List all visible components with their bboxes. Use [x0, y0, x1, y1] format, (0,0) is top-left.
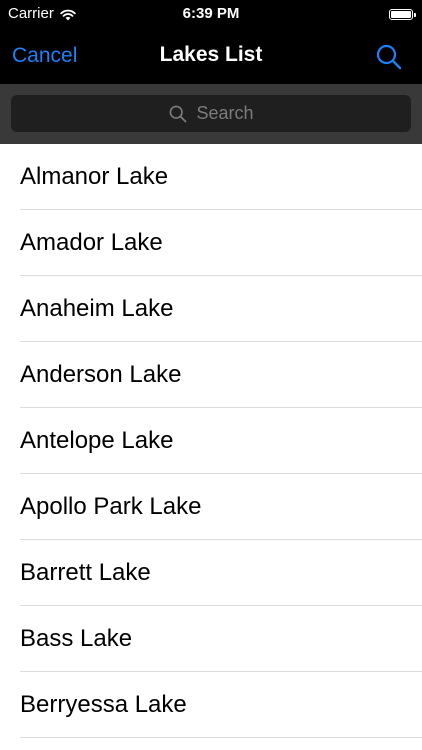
lake-name: Apollo Park Lake — [20, 493, 202, 520]
battery-tip — [414, 12, 416, 17]
list-item[interactable]: Almanor Lake — [0, 144, 422, 210]
search-input[interactable]: Search — [11, 95, 411, 132]
search-field-icon — [168, 104, 188, 124]
search-icon[interactable] — [374, 42, 404, 72]
battery-icon — [389, 9, 416, 20]
lake-name: Berryessa Lake — [20, 691, 187, 718]
lake-name: Antelope Lake — [20, 427, 174, 454]
battery-fill — [391, 11, 411, 18]
list-item[interactable]: Anaheim Lake — [0, 276, 422, 342]
lake-name: Almanor Lake — [20, 163, 169, 190]
list-item[interactable]: Anderson Lake — [0, 342, 422, 408]
lakes-list: Almanor Lake Amador Lake Anaheim Lake Ander… — [0, 144, 422, 738]
lake-name: Bass Lake — [20, 625, 133, 652]
page-title: Lakes List — [159, 43, 263, 66]
screen: Carrier 6:39 PM Cancel Lakes List Search… — [0, 0, 422, 750]
list-item[interactable]: Antelope Lake — [0, 408, 422, 474]
list-item[interactable]: Bass Lake — [0, 606, 422, 672]
search-placeholder: Search — [196, 103, 254, 123]
lake-name: Anderson Lake — [20, 361, 182, 388]
list-item[interactable]: Apollo Park Lake — [0, 474, 422, 540]
lake-name: Anaheim Lake — [20, 295, 174, 322]
list-item[interactable]: Berryessa Lake — [0, 672, 422, 738]
lake-name: Amador Lake — [20, 229, 163, 256]
list-item[interactable]: Barrett Lake — [0, 540, 422, 606]
lake-name: Barrett Lake — [20, 559, 151, 586]
nav-bar: Cancel Lakes List — [0, 30, 422, 84]
list-item[interactable]: Amador Lake — [0, 210, 422, 276]
status-time: 6:39 PM — [182, 5, 240, 22]
search-bar: Search — [0, 84, 422, 144]
status-bar: Carrier 6:39 PM — [0, 0, 422, 30]
